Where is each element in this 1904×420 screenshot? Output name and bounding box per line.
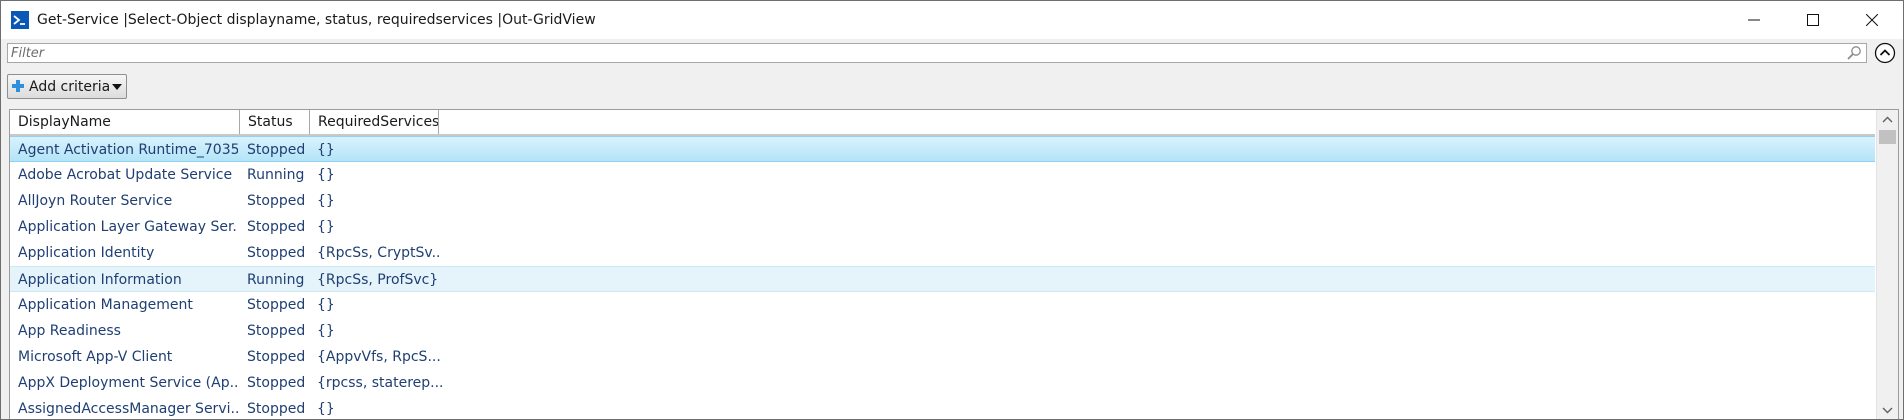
add-criteria-label: Add criteria: [29, 79, 111, 95]
cell-requiredservices: {}: [317, 142, 335, 158]
cell-displayname: AllJoyn Router Service: [18, 193, 173, 209]
table-row[interactable]: AllJoyn Router Service Stopped {}: [10, 188, 1875, 214]
table-row[interactable]: AppX Deployment Service (Ap... Stopped {…: [10, 370, 1875, 396]
cell-status: Running: [247, 272, 305, 288]
close-icon: [1866, 14, 1878, 26]
cell-status: Stopped: [247, 323, 306, 339]
table-row[interactable]: Adobe Acrobat Update Service Running {}: [10, 162, 1875, 188]
maximize-button[interactable]: [1784, 1, 1842, 39]
minimize-icon: [1748, 19, 1760, 21]
cell-displayname: Application Identity: [18, 245, 155, 261]
close-button[interactable]: [1843, 1, 1901, 39]
cell-displayname: Adobe Acrobat Update Service: [18, 167, 233, 183]
cell-requiredservices: {}: [317, 297, 335, 313]
cell-displayname: Agent Activation Runtime_7035f: [18, 142, 238, 158]
cell-status: Running: [247, 167, 305, 183]
cell-requiredservices: {}: [317, 219, 335, 235]
scroll-down-icon[interactable]: [1877, 400, 1898, 420]
column-header-requiredservices[interactable]: RequiredServices: [310, 110, 439, 134]
cell-status: Stopped: [247, 193, 306, 209]
powershell-icon: [11, 11, 29, 29]
minimize-button[interactable]: [1725, 1, 1783, 39]
vertical-scrollbar[interactable]: [1876, 110, 1898, 420]
cell-status: Stopped: [247, 349, 306, 365]
cell-displayname: Microsoft App-V Client: [18, 349, 173, 365]
cell-requiredservices: {RpcSs, CryptSv...: [317, 245, 442, 261]
dropdown-caret-icon: [112, 84, 122, 90]
table-row[interactable]: Microsoft App-V Client Stopped {AppvVfs,…: [10, 344, 1875, 370]
column-header-displayname[interactable]: DisplayName: [10, 110, 240, 134]
cell-status: Stopped: [247, 401, 306, 417]
out-gridview-window: Get-Service |Select-Object displayname, …: [0, 0, 1904, 420]
cell-status: Stopped: [247, 219, 306, 235]
cell-status: Stopped: [247, 375, 306, 391]
title-bar[interactable]: Get-Service |Select-Object displayname, …: [1, 1, 1903, 39]
cell-displayname: AppX Deployment Service (Ap...: [18, 375, 238, 391]
cell-requiredservices: {rpcss, staterep...: [317, 375, 442, 391]
table-row[interactable]: Application Information Running {RpcSs, …: [10, 266, 1875, 292]
chevron-up-circle-icon[interactable]: [1874, 42, 1896, 64]
filter-box: [7, 43, 1867, 63]
filter-input[interactable]: [11, 44, 1831, 62]
cell-displayname: Application Management: [18, 297, 193, 313]
cell-status: Stopped: [247, 142, 306, 158]
search-icon[interactable]: [1846, 45, 1862, 61]
cell-displayname: Application Layer Gateway Ser...: [18, 219, 238, 235]
plus-icon: [12, 80, 24, 92]
column-header-status[interactable]: Status: [240, 110, 310, 134]
cell-requiredservices: {}: [317, 323, 335, 339]
grid-header: DisplayName Status RequiredServices: [10, 110, 1875, 136]
table-row[interactable]: AssignedAccessManager Servi... Stopped {…: [10, 396, 1875, 419]
cell-requiredservices: {}: [317, 193, 335, 209]
data-grid: DisplayName Status RequiredServices Agen…: [9, 109, 1899, 420]
table-row[interactable]: Agent Activation Runtime_7035f Stopped {…: [10, 136, 1875, 162]
table-row[interactable]: App Readiness Stopped {}: [10, 318, 1875, 344]
cell-status: Stopped: [247, 245, 306, 261]
cell-displayname: App Readiness: [18, 323, 121, 339]
scroll-up-icon[interactable]: [1877, 110, 1898, 130]
cell-status: Stopped: [247, 297, 306, 313]
table-row[interactable]: Application Layer Gateway Ser... Stopped…: [10, 214, 1875, 240]
add-criteria-button[interactable]: Add criteria: [7, 74, 127, 99]
scroll-thumb[interactable]: [1879, 130, 1896, 144]
cell-requiredservices: {RpcSs, ProfSvc}: [317, 272, 439, 288]
cell-requiredservices: {}: [317, 401, 335, 417]
table-row[interactable]: Application Management Stopped {}: [10, 292, 1875, 318]
cell-displayname: AssignedAccessManager Servi...: [18, 401, 238, 417]
window-title: Get-Service |Select-Object displayname, …: [37, 12, 596, 28]
cell-displayname: Application Information: [18, 272, 182, 288]
cell-requiredservices: {AppvVfs, RpcS...: [317, 349, 441, 365]
maximize-icon: [1807, 14, 1819, 26]
table-row[interactable]: Application Identity Stopped {RpcSs, Cry…: [10, 240, 1875, 266]
cell-requiredservices: {}: [317, 167, 335, 183]
